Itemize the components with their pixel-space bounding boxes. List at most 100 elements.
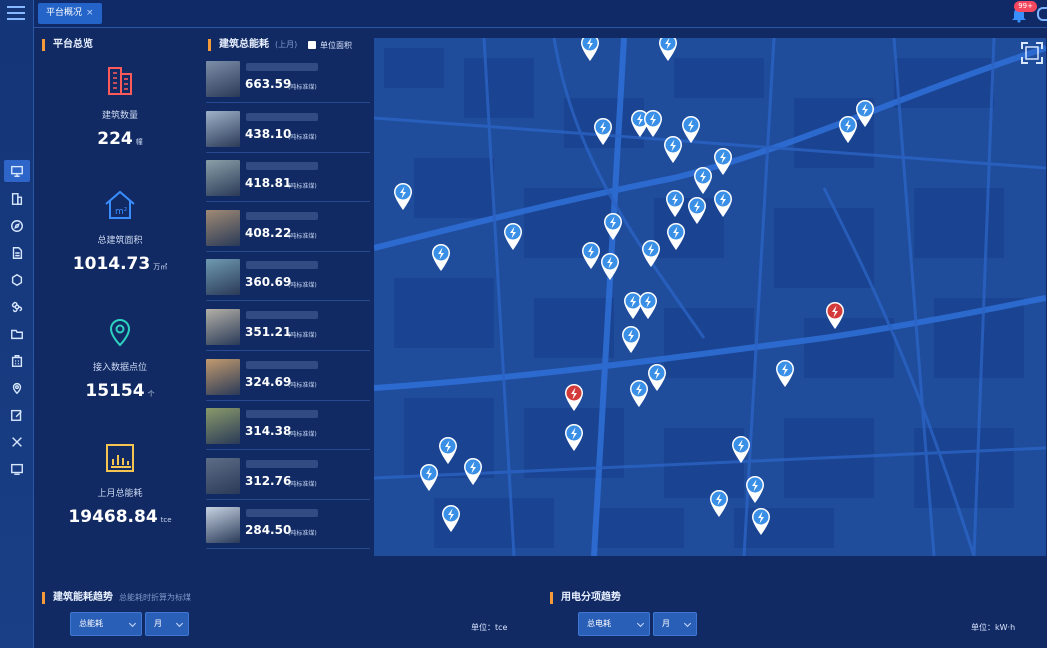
energy-marker-icon[interactable] [657, 38, 679, 62]
alarm-marker-icon[interactable] [824, 300, 846, 330]
chevron-down-icon [683, 619, 692, 628]
energy-marker-icon[interactable] [579, 38, 601, 62]
energy-marker-icon[interactable] [599, 251, 621, 281]
energy-marker-icon[interactable] [563, 422, 585, 452]
overview-unit: 个 [147, 390, 155, 398]
energy-row[interactable]: 351.21 (吨标准煤) [206, 303, 370, 351]
power-period-select[interactable]: 月 [653, 612, 697, 636]
energy-marker-icon[interactable] [642, 108, 664, 138]
building-name-redacted [246, 211, 318, 220]
nav-edit-icon[interactable] [4, 404, 30, 426]
energy-marker-icon[interactable] [854, 98, 876, 128]
energy-marker-icon[interactable] [628, 378, 650, 408]
power-type-select[interactable]: 总电耗 [578, 612, 650, 636]
location-icon [109, 319, 131, 347]
energy-value: 438.10 [245, 126, 292, 141]
checkbox-label: 单位面积 [320, 41, 352, 50]
chevron-down-icon [128, 619, 137, 628]
nav-building-icon[interactable] [4, 188, 30, 210]
alarm-marker-icon[interactable] [563, 382, 585, 412]
overview-title: 平台总览 [42, 39, 93, 51]
energy-marker-icon[interactable] [686, 195, 708, 225]
energy-marker-icon[interactable] [665, 221, 687, 251]
energy-marker-icon[interactable] [392, 181, 414, 211]
energy-row[interactable]: 408.22 (吨标准煤) [206, 204, 370, 252]
nav-location-icon[interactable] [4, 377, 30, 399]
energy-marker-icon[interactable] [502, 221, 524, 251]
energy-marker-icon[interactable] [712, 146, 734, 176]
energy-row[interactable]: 360.69 (吨标准煤) [206, 253, 370, 302]
energy-row[interactable]: 663.59 (吨标准煤) [206, 55, 370, 103]
energy-marker-icon[interactable] [430, 242, 452, 272]
overview-value: 19468.84 [68, 507, 158, 527]
energy-marker-icon[interactable] [712, 188, 734, 218]
energy-row[interactable]: 314.38 (吨标准煤) [206, 402, 370, 451]
energy-unit: (吨标准煤) [288, 332, 317, 339]
tab-label: 平台概况 [46, 8, 83, 18]
energy-marker-icon[interactable] [592, 116, 614, 146]
trend-type-select[interactable]: 总能耗 [70, 612, 142, 636]
unit-area-checkbox[interactable]: 单位面积 [308, 40, 352, 51]
fullscreen-icon[interactable] [1021, 42, 1043, 64]
nav-tools-icon[interactable] [4, 431, 30, 453]
trend-unit-value: tce [495, 623, 508, 632]
energy-marker-icon[interactable] [750, 506, 772, 536]
energy-row[interactable]: 324.69 (吨标准煤) [206, 353, 370, 401]
nav-compass-icon[interactable] [4, 215, 30, 237]
energy-marker-icon[interactable] [664, 188, 686, 218]
energy-value: 351.21 [245, 325, 292, 339]
building-photo [206, 209, 240, 246]
checkbox-box-icon[interactable] [308, 41, 316, 49]
energy-unit: (吨标准煤) [288, 381, 317, 389]
app: 平台概况 × 99+ 平台总览 建筑数量 224 幢 m² 总建筑面积 1014.7… [0, 0, 1047, 648]
chart-icon [106, 444, 134, 472]
energy-marker-icon[interactable] [692, 165, 714, 195]
energy-marker-icon[interactable] [774, 358, 796, 388]
energy-row[interactable]: 312.76 (吨标准煤) [206, 452, 370, 500]
energy-marker-icon[interactable] [440, 503, 462, 533]
trend-title-text: 建筑能耗趋势 [53, 592, 113, 603]
energy-marker-icon[interactable] [744, 474, 766, 504]
energy-marker-icon[interactable] [708, 488, 730, 518]
overview-label: 总建筑面积 [97, 236, 143, 246]
energy-marker-icon[interactable] [637, 290, 659, 320]
energy-marker-icon[interactable] [730, 434, 752, 464]
energy-marker-icon[interactable] [437, 435, 459, 465]
nav-cube-icon[interactable] [4, 269, 30, 291]
nav-folder-icon[interactable] [4, 323, 30, 345]
tab-platform-overview[interactable]: 平台概况 × [38, 3, 102, 24]
energy-marker-icon[interactable] [662, 134, 684, 164]
side-nav [0, 0, 34, 648]
power-title: 用电分项趋势 [550, 592, 621, 604]
nav-office-icon[interactable] [4, 350, 30, 372]
energy-marker-icon[interactable] [462, 456, 484, 486]
energy-row[interactable]: 418.81 (吨标准煤) [206, 154, 370, 203]
notification-badge: 99+ [1014, 1, 1037, 12]
map-view[interactable] [374, 38, 1046, 556]
trend-period-value: 月 [154, 619, 162, 628]
nav-monitor-icon[interactable] [4, 160, 30, 182]
area-house-icon: m² [105, 190, 135, 219]
trend-period-select[interactable]: 月 [145, 612, 189, 636]
chevron-down-icon [175, 619, 184, 628]
logout-icon[interactable] [1037, 7, 1047, 21]
energy-marker-icon[interactable] [640, 238, 662, 268]
energy-unit: (吨标准煤) [288, 530, 317, 538]
nav-fan-icon[interactable] [4, 296, 30, 318]
energy-unit: (吨标准煤) [288, 84, 317, 91]
energy-marker-icon[interactable] [620, 324, 642, 354]
menu-toggle-icon[interactable] [7, 6, 25, 20]
overview-unit: 万㎡ [153, 263, 168, 271]
energy-row[interactable]: 438.10 (吨标准煤) [206, 105, 370, 153]
building-photo [206, 309, 240, 345]
nav-screen-icon[interactable] [4, 458, 30, 480]
nav-document-icon[interactable] [4, 242, 30, 264]
tab-close-icon[interactable]: × [86, 8, 94, 18]
energy-marker-icon[interactable] [602, 211, 624, 241]
building-name-redacted [246, 360, 318, 369]
energy-row[interactable]: 284.50 (吨标准煤) [206, 501, 370, 550]
energy-marker-icon[interactable] [418, 462, 440, 492]
building-photo [206, 61, 240, 97]
energy-subtitle: (上月) [275, 40, 298, 49]
svg-text:m²: m² [115, 207, 128, 217]
